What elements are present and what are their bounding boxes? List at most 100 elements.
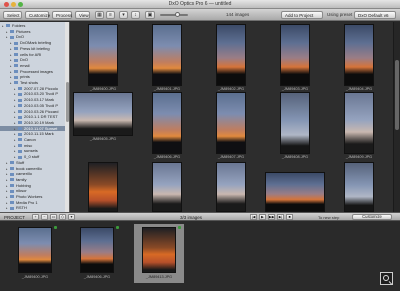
view-menu-button[interactable]: View xyxy=(75,11,90,19)
sidebar-item[interactable]: ▸ camerillo xyxy=(0,171,69,177)
thumbnail-image[interactable] xyxy=(152,92,182,154)
project-tag-icon[interactable]: ◇ xyxy=(59,214,66,220)
sidebar-item-label: Media Pro 1 xyxy=(16,199,38,205)
sidebar-item[interactable]: ▸ niksor xyxy=(0,188,69,193)
project-add-icon[interactable]: + xyxy=(32,214,39,220)
folder-icon xyxy=(10,206,14,210)
grid-view-icon[interactable]: ▦ xyxy=(95,11,104,19)
project-customize-button[interactable]: Customize xyxy=(352,214,392,220)
playback-control-button[interactable]: ▶ xyxy=(259,214,266,220)
project-thumbnail[interactable]: _JM89413.JPG xyxy=(134,224,184,283)
sidebar-item[interactable]: ▸ 2010.03.26 Piccard xyxy=(0,109,69,114)
thumbnail-image[interactable] xyxy=(344,162,374,212)
sidebar-item[interactable]: ▸ Pictures xyxy=(0,29,69,34)
project-thumbnail-image[interactable] xyxy=(80,227,114,273)
processed-status-icon xyxy=(116,226,119,229)
slider-knob[interactable] xyxy=(175,12,180,17)
project-folder-icon[interactable]: ▭ xyxy=(50,214,57,220)
customize-tab[interactable]: Customize xyxy=(25,11,50,19)
project-thumbnail-image[interactable] xyxy=(18,227,52,273)
sidebar-item[interactable]: ▸ 2007.07.28 Piccolo xyxy=(0,86,69,91)
thumbnail-image[interactable] xyxy=(216,162,246,212)
sidebar-item[interactable]: ▸ prints xyxy=(0,74,69,79)
sidebar-item[interactable]: ▸ misc xyxy=(0,142,69,148)
sidebar-item-label: misc xyxy=(24,142,33,148)
thumbnail-image[interactable] xyxy=(344,92,374,154)
sidebar-item[interactable]: ▸ 2010.1.1 DR TEST xyxy=(0,114,69,119)
sidebar-item[interactable]: ▸ book camerillo xyxy=(0,166,69,171)
sidebar-item[interactable]: ▸ Media Pro 1 xyxy=(0,199,69,205)
folder-icon xyxy=(10,201,14,205)
list-view-icon[interactable]: ≡ xyxy=(106,11,115,19)
thumbnail-image[interactable] xyxy=(280,92,310,154)
thumbnail-image[interactable] xyxy=(280,24,310,86)
filter-icon[interactable]: ▾ xyxy=(119,11,128,19)
folder-icon xyxy=(18,87,22,91)
sort-icon[interactable]: ↕ xyxy=(131,11,140,19)
sidebar-item[interactable]: ▸ DxOMark briefing xyxy=(0,40,69,45)
sidebar-item[interactable]: ▸ 2010.03.05 Tivoli P xyxy=(0,103,69,108)
sidebar-item[interactable]: ▸ family xyxy=(0,177,69,182)
grid-scroll-thumb[interactable] xyxy=(395,60,399,130)
sidebar-item[interactable]: ▸ email xyxy=(0,63,69,68)
thumbnail-image[interactable] xyxy=(88,162,118,212)
sidebar-item-label: Hobbing xyxy=(16,182,31,188)
sidebar-item[interactable]: ▸ 2010.10.19 Mark xyxy=(0,120,69,125)
project-thumbnail-image[interactable] xyxy=(142,227,176,273)
sidebar-item[interactable]: ▸ 2010.03.17 Mark xyxy=(0,97,69,103)
sidebar-item[interactable]: ▸ Photo Workers xyxy=(0,194,69,199)
thumbnail-image[interactable] xyxy=(88,24,118,86)
sidebar-item[interactable]: ▸ Processed images xyxy=(0,69,69,74)
thumbnail-size-slider[interactable] xyxy=(160,14,188,16)
thumbnail-image[interactable] xyxy=(216,24,246,86)
preset-select[interactable]: DxO Default v6 xyxy=(354,11,396,19)
playback-control-button[interactable]: ■ xyxy=(286,214,293,220)
project-strip: _JM89400.JPG _JM89406.JPG _JM89413.JPG xyxy=(0,222,400,291)
thumbnail-size-icon[interactable]: ▣ xyxy=(145,11,155,19)
folder-icon xyxy=(18,98,22,102)
sidebar-item[interactable]: ▸ Stuff xyxy=(0,160,69,165)
project-label: PROJECT xyxy=(4,215,26,220)
sidebar-item[interactable]: ▸ 2010.11.07 Sunset xyxy=(0,125,69,131)
thumbnail-image[interactable] xyxy=(152,24,182,86)
sidebar-scroll-thumb[interactable] xyxy=(66,82,69,122)
sidebar-item[interactable]: ▸ sunsets xyxy=(0,148,69,153)
folder-icon xyxy=(18,115,22,119)
playback-control-button[interactable]: ▶▶ xyxy=(268,214,275,220)
folder-icon xyxy=(10,172,14,176)
project-thumbnail[interactable]: _JM89406.JPG xyxy=(72,224,122,283)
sidebar-item[interactable]: ▸ 2010.03.20 Tivoli P xyxy=(0,91,69,96)
playback-control-button[interactable]: |◀ xyxy=(250,214,257,220)
project-thumbnail[interactable]: _JM89400.JPG xyxy=(10,224,60,283)
folder-icon xyxy=(14,58,18,62)
thumbnail-filename: _JM89406.JPG xyxy=(153,155,181,159)
sidebar-item[interactable]: ▸ 2010.11.15 Mark xyxy=(0,131,69,136)
thumbnail-image[interactable] xyxy=(344,24,374,86)
sidebar-item[interactable]: ▸ Test shots xyxy=(0,80,69,85)
sidebar-item[interactable]: ▸ Press kit briefing xyxy=(0,46,69,51)
folder-icon xyxy=(18,155,22,159)
folder-icon xyxy=(14,47,18,51)
process-tab[interactable]: Process xyxy=(52,11,72,19)
project-remove-icon[interactable]: − xyxy=(41,214,48,220)
sidebar-item[interactable]: ▸ DxO xyxy=(0,57,69,62)
sidebar-item[interactable]: ▸ Hobbing xyxy=(0,182,69,188)
sidebar-item[interactable]: ▸ 0_0 stuff xyxy=(0,154,69,159)
project-menu-icon[interactable]: ▾ xyxy=(68,214,75,220)
sidebar-item[interactable]: ▸ DxO xyxy=(0,34,69,39)
thumbnail-filename: _JM89407.JPG xyxy=(217,155,245,159)
sidebar-item-label: camerillo xyxy=(16,171,33,177)
sidebar-item-label: 2010.03.17 Mark xyxy=(24,97,55,103)
add-to-project-button[interactable]: Add to Project xyxy=(281,11,323,19)
thumbnail-image[interactable] xyxy=(265,172,325,212)
thumbnail-image[interactable] xyxy=(216,92,246,154)
zoom-icon[interactable] xyxy=(380,272,393,285)
select-tab[interactable]: Select xyxy=(3,11,22,19)
sidebar-item[interactable]: ▸ cells for ARI xyxy=(0,52,69,57)
thumbnail-image[interactable] xyxy=(73,92,133,136)
thumbnail-image[interactable] xyxy=(152,162,182,212)
sidebar-item[interactable]: ▸ RSTH xyxy=(0,205,69,210)
playback-control-button[interactable]: ▶| xyxy=(277,214,284,220)
sidebar-item[interactable]: ▸ Canon xyxy=(0,137,69,142)
sidebar-item[interactable]: ▸ Folders xyxy=(0,23,69,28)
